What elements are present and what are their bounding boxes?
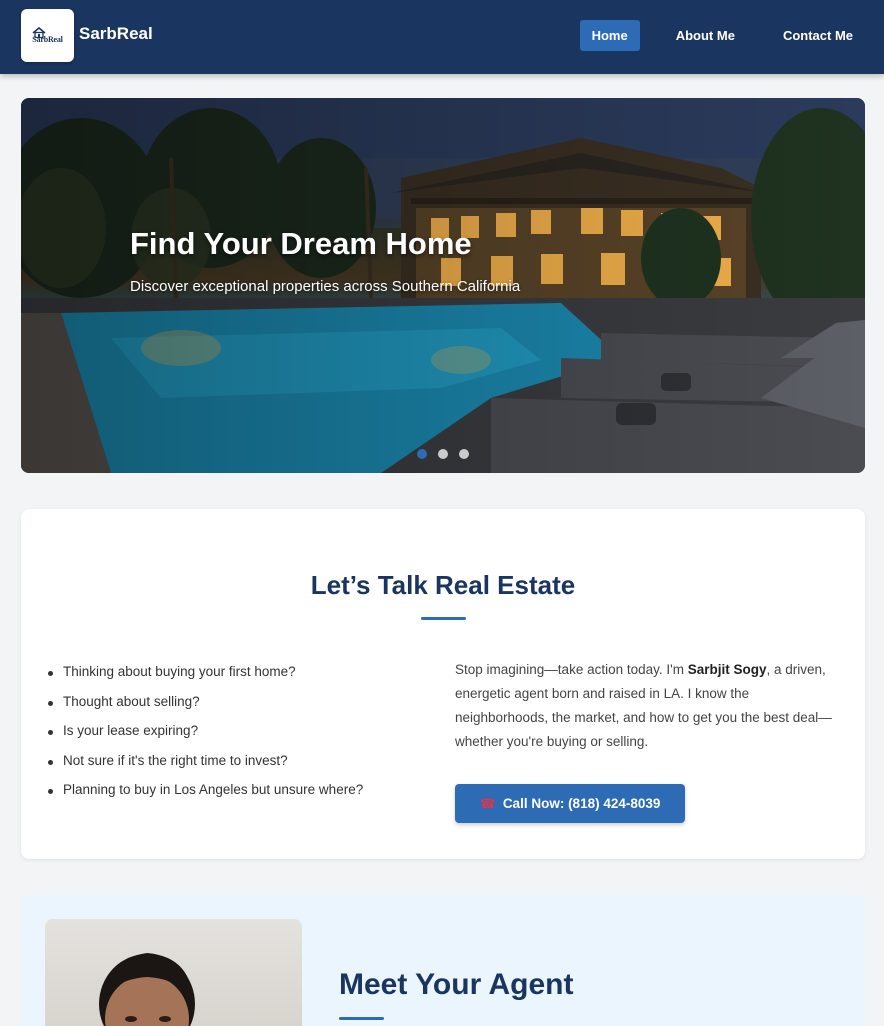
list-item: Is your lease expiring? (47, 723, 363, 753)
carousel-dot-1[interactable] (417, 449, 427, 459)
nav-about-me[interactable]: About Me (664, 20, 747, 51)
logo-text: SarbReal (32, 35, 63, 44)
nav-home[interactable]: Home (579, 20, 640, 51)
talk-section: Let’s Talk Real Estate Thinking about bu… (21, 509, 865, 859)
talk-title: Let’s Talk Real Estate (310, 570, 576, 600)
intro-text: Stop imagining—take action today. I'm Sa… (455, 658, 845, 754)
call-now-button[interactable]: ☎ Call Now: (818) 424-8039 (455, 784, 685, 823)
logo[interactable]: SarbReal (21, 9, 74, 62)
list-item: Thinking about buying your first home? (47, 664, 363, 694)
title-underline (421, 617, 466, 620)
agent-title: Meet Your Agent (339, 968, 574, 1001)
list-item: Planning to buy in Los Angeles but unsur… (47, 782, 363, 812)
main-nav: Home About Me Contact Me (568, 20, 884, 51)
agent-title-underline (339, 1017, 384, 1020)
carousel-dot-2[interactable] (438, 449, 448, 459)
agent-photo (45, 919, 302, 1026)
brand-name[interactable]: SarbReal (79, 24, 153, 44)
nav-contact-me[interactable]: Contact Me (771, 20, 865, 51)
site-header: SarbReal SarbReal Home About Me Contact … (0, 0, 884, 74)
hero-title: Find Your Dream Home (130, 226, 472, 261)
phone-icon: ☎ (479, 795, 496, 811)
list-item: Not sure if it's the right time to inves… (47, 753, 363, 783)
hero-subtitle: Discover exceptional properties across S… (130, 278, 521, 295)
agent-portrait (99, 953, 195, 1026)
carousel-dots (417, 449, 480, 459)
call-now-label: Call Now: (818) 424-8039 (502, 796, 661, 811)
agent-section: Meet Your Agent (21, 895, 865, 1026)
agent-name: Sarbjit Sogy (687, 662, 767, 677)
intro-text-start: Stop imagining—take action today. I'm (455, 662, 688, 677)
question-list: Thinking about buying your first home? T… (47, 664, 363, 812)
list-item: Thought about selling? (47, 694, 363, 724)
carousel-dot-3[interactable] (459, 449, 469, 459)
hero-carousel: Find Your Dream Home Discover exceptiona… (21, 98, 865, 473)
